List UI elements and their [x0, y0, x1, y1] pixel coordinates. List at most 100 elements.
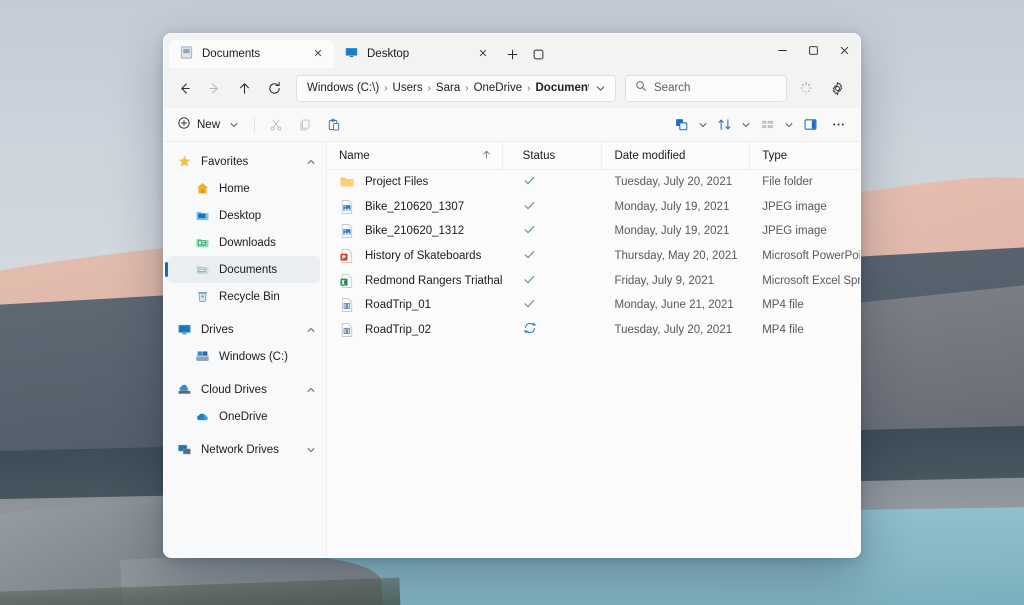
table-row[interactable]: Bike_210620_1307 Monday, July 19, 2021 J…: [327, 195, 860, 220]
file-rows: Project Files Tuesday, July 20, 2021 Fil…: [327, 170, 860, 557]
file-type-cell: File folder: [762, 176, 813, 189]
sidebar-item-windows-c[interactable]: Windows (C:): [168, 343, 320, 370]
chevron-down-icon[interactable]: [738, 112, 753, 137]
address-bar: Windows (C:\) › Users › Sara › OneDrive …: [164, 68, 860, 108]
forward-arrow-icon: [200, 74, 229, 103]
syncing-icon: [523, 321, 537, 338]
jpeg-image-icon: [339, 223, 355, 239]
file-type-cell: Microsoft PowerPoi...: [762, 250, 860, 263]
desktop-monitor-icon: [344, 45, 359, 63]
sidebar-item-label: Windows (C:): [219, 350, 289, 363]
chevron-down-icon[interactable]: [695, 112, 710, 137]
search-input[interactable]: Search: [625, 74, 787, 102]
sort-group[interactable]: [711, 112, 753, 137]
close-button[interactable]: [829, 34, 860, 67]
chevron-up-icon[interactable]: [302, 385, 320, 395]
details-pane-icon[interactable]: [797, 112, 824, 137]
sort-filter-group[interactable]: [668, 112, 710, 137]
sidebar-item-documents[interactable]: Documents: [165, 256, 320, 283]
paste-icon[interactable]: [320, 112, 347, 137]
overflow-menu-button[interactable]: [825, 112, 852, 137]
downloads-folder-icon: [194, 235, 210, 251]
command-toolbar: New: [164, 108, 860, 142]
synced-check-icon: [523, 273, 536, 289]
breadcrumb-item-4[interactable]: Documents: [535, 82, 589, 94]
sidebar-item-downloads[interactable]: Downloads: [168, 229, 320, 256]
windows-drive-icon: [194, 349, 210, 365]
search-placeholder: Search: [654, 82, 691, 94]
tab-label: Documents: [202, 48, 261, 60]
copy-icon: [291, 112, 318, 137]
tab-documents[interactable]: Documents ✕: [169, 40, 334, 68]
breadcrumb-items: Windows (C:\) › Users › Sara › OneDrive …: [307, 82, 589, 94]
desktop-folder-icon: [194, 208, 210, 224]
new-button[interactable]: New: [172, 112, 247, 137]
new-tab-button[interactable]: [499, 41, 525, 67]
chevron-down-icon[interactable]: [589, 77, 611, 100]
file-name-cell[interactable]: Redmond Rangers Triathalon: [327, 273, 503, 289]
table-row[interactable]: Project Files Tuesday, July 20, 2021 Fil…: [327, 170, 860, 195]
file-name: RoadTrip_02: [365, 323, 432, 336]
minimize-button[interactable]: [767, 34, 798, 67]
file-list-pane: Name Status Date modified Type Project F…: [327, 141, 860, 557]
breadcrumb-item-0[interactable]: Windows (C:\): [307, 82, 379, 94]
file-name-cell[interactable]: Project Files: [327, 174, 503, 190]
tab-desktop[interactable]: Desktop ✕: [334, 40, 499, 68]
file-name-cell[interactable]: RoadTrip_02: [327, 322, 503, 338]
tab-list-icon[interactable]: [525, 41, 551, 67]
close-icon[interactable]: ✕: [475, 46, 491, 62]
view-layout-icon[interactable]: [754, 112, 781, 137]
file-name-cell[interactable]: RoadTrip_01: [327, 297, 503, 313]
file-name-cell[interactable]: History of Skateboards: [327, 248, 503, 264]
sidebar-group-favorites[interactable]: Favorites: [168, 148, 320, 175]
gear-icon[interactable]: [824, 75, 851, 102]
up-arrow-icon[interactable]: [230, 74, 259, 103]
view-group[interactable]: [754, 112, 796, 137]
breadcrumb-item-2[interactable]: Sara: [436, 82, 460, 94]
breadcrumb-item-3[interactable]: OneDrive: [474, 82, 523, 94]
sidebar-item-label: Documents: [219, 263, 278, 276]
file-status-cell: [503, 297, 603, 313]
sidebar-item-desktop[interactable]: Desktop: [168, 202, 320, 229]
breadcrumb[interactable]: Windows (C:\) › Users › Sara › OneDrive …: [296, 74, 616, 102]
table-row[interactable]: Redmond Rangers Triathalon Friday, July …: [327, 268, 860, 293]
column-label: Date modified: [614, 149, 686, 162]
close-icon[interactable]: ✕: [310, 46, 326, 62]
file-name-cell[interactable]: Bike_210620_1307: [327, 199, 503, 215]
refresh-icon[interactable]: [260, 74, 289, 103]
breadcrumb-separator: ›: [384, 82, 388, 94]
sort-arrows-icon[interactable]: [711, 112, 738, 137]
file-name-cell[interactable]: Bike_210620_1312: [327, 223, 503, 239]
table-row[interactable]: RoadTrip_02 Tuesday, July 20, 2021 MP4 f…: [327, 318, 860, 343]
column-header-date-modified[interactable]: Date modified: [602, 141, 751, 170]
sidebar-group-label: Drives: [201, 323, 234, 336]
table-row[interactable]: Bike_210620_1312 Monday, July 19, 2021 J…: [327, 219, 860, 244]
table-row[interactable]: History of Skateboards Thursday, May 20,…: [327, 244, 860, 269]
file-type-cell: JPEG image: [762, 200, 827, 213]
sidebar-group-drives[interactable]: Drives: [168, 316, 320, 343]
maximize-button[interactable]: [798, 34, 829, 67]
sidebar-item-home[interactable]: Home: [168, 175, 320, 202]
file-type-cell: MP4 file: [762, 299, 804, 312]
back-arrow-icon[interactable]: [170, 74, 199, 103]
sort-filter-icon[interactable]: [668, 112, 695, 137]
chevron-up-icon[interactable]: [302, 325, 320, 335]
column-header-status[interactable]: Status: [503, 141, 603, 170]
plus-circle-icon: [177, 116, 191, 133]
sidebar-group-network-drives[interactable]: Network Drives: [168, 436, 320, 463]
chevron-down-icon[interactable]: [302, 445, 320, 455]
onedrive-cloud-icon: [194, 409, 210, 425]
home-icon: [194, 181, 210, 197]
sidebar-item-onedrive[interactable]: OneDrive: [168, 403, 320, 430]
table-row[interactable]: RoadTrip_01 Monday, June 21, 2021 MP4 fi…: [327, 293, 860, 318]
sidebar-group-cloud-drives[interactable]: Cloud Drives: [168, 376, 320, 403]
column-header-name[interactable]: Name: [327, 141, 503, 170]
breadcrumb-item-1[interactable]: Users: [393, 82, 423, 94]
file-date-cell: Friday, July 9, 2021: [614, 274, 714, 287]
sidebar-item-recycle-bin[interactable]: Recycle Bin: [168, 283, 320, 310]
chevron-down-icon[interactable]: [781, 112, 796, 137]
chevron-down-icon[interactable]: [226, 112, 241, 137]
synced-check-icon: [523, 297, 536, 313]
chevron-up-icon[interactable]: [302, 157, 320, 167]
column-header-type[interactable]: Type: [750, 142, 860, 170]
